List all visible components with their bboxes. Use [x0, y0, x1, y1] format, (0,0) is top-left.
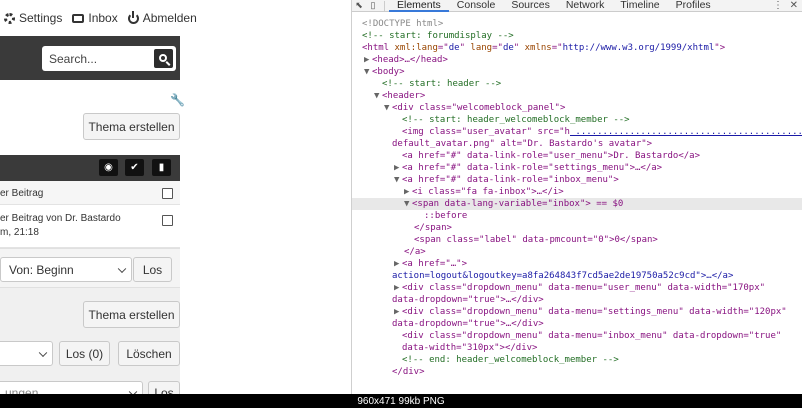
wrench-icon[interactable]: 🔧	[170, 93, 185, 107]
tab-timeline[interactable]: Timeline	[612, 0, 667, 12]
dom-node[interactable]: data-dropdown="true">…</div>	[352, 294, 802, 306]
rss-icon[interactable]: ◉	[99, 159, 118, 176]
bookmark-icon[interactable]: ▮	[152, 159, 171, 176]
tab-elements[interactable]: Elements	[389, 0, 449, 12]
user-nav: Settings Inbox Abmelden	[4, 10, 197, 26]
dom-node[interactable]: ▼ <body>	[352, 66, 802, 78]
gear-icon	[4, 12, 15, 24]
dom-node[interactable]: ▶ <a href="#" data-link-role="settings_me…	[352, 162, 802, 174]
partial-select[interactable]: ungen	[0, 381, 143, 394]
search-icon	[158, 53, 167, 62]
inbox-link[interactable]: Inbox	[72, 11, 118, 25]
more-icon[interactable]: ⋮	[773, 0, 783, 11]
dom-node[interactable]: ▶ <a href="…">	[352, 258, 802, 270]
dom-node[interactable]: default_avatar.png" alt="Dr. Bastardo's …	[352, 138, 802, 150]
logout-link[interactable]: Abmelden	[127, 10, 197, 25]
thread-panel-header: ◉ ✔ ▮	[0, 155, 180, 181]
dom-node[interactable]: data-width="310px"></div>	[352, 342, 802, 354]
divider	[384, 0, 385, 11]
dom-node[interactable]: <div class="dropdown_menu" data-menu="in…	[352, 330, 802, 342]
power-icon	[127, 10, 139, 24]
dom-node[interactable]: <!-- start: header -->	[352, 78, 802, 90]
new-thread-button-bottom[interactable]: Thema erstellen	[83, 301, 180, 328]
dom-node[interactable]: ▼ <header>	[352, 90, 802, 102]
moderation-select[interactable]	[0, 341, 53, 366]
dom-node[interactable]: </a>	[352, 246, 802, 258]
dom-node[interactable]: <span class="label" data-pmcount="0">0</…	[352, 234, 802, 246]
sort-from-value: Von: Beginn	[9, 262, 74, 277]
dom-node[interactable]: action=logout&logoutkey=a8fa264843f7cd5a…	[352, 270, 802, 282]
inbox-icon	[72, 13, 85, 23]
mark-read-icon[interactable]: ✔	[125, 159, 144, 176]
inbox-label: Inbox	[88, 11, 118, 25]
dom-node[interactable]: ▼ <div class="welcomeblock_panel">	[352, 102, 802, 114]
dom-node[interactable]: <a href="#" data-link-role="user_menu">D…	[352, 150, 802, 162]
inspect-icon[interactable]: ⬉	[352, 0, 366, 12]
dom-node[interactable]: ▼ <a href="#" data-link-role="inbox_menu"…	[352, 174, 802, 186]
logout-label: Abmelden	[142, 11, 197, 25]
sort-from-select[interactable]: Von: Beginn	[0, 257, 132, 282]
dom-node-selected[interactable]: ▼ <span data-lang-variable="inbox"> == $0	[352, 198, 802, 210]
chevron-down-icon	[38, 348, 48, 357]
devtools-panel: ⬉ ▯ Elements Console Sources Network Tim…	[351, 0, 802, 394]
dom-node[interactable]: ::before	[352, 210, 802, 222]
settings-label: Settings	[19, 11, 63, 25]
thread-checkbox[interactable]	[162, 215, 173, 226]
dom-node[interactable]: ▶ <head>…</head>	[352, 54, 802, 66]
dom-node[interactable]: </div>	[352, 366, 802, 378]
dom-node[interactable]: <html xml:lang="de" lang="de" xmlns="htt…	[352, 42, 802, 54]
thread-panel-footer: Von: Beginn Los	[0, 248, 180, 288]
tab-sources[interactable]: Sources	[503, 0, 558, 12]
thread-row[interactable]: er Beitrag von Dr. Bastardo m, 21:18	[0, 205, 180, 248]
search-input[interactable]: Search...	[42, 46, 176, 71]
new-thread-button-top[interactable]: Thema erstellen	[83, 113, 180, 140]
thread-checkbox[interactable]	[162, 188, 173, 199]
close-icon[interactable]: ✕	[790, 0, 798, 11]
device-icon[interactable]: ▯	[366, 0, 380, 12]
los-button-bottom[interactable]: Los	[148, 381, 180, 394]
thread-lastpost: er Beitrag	[0, 188, 44, 199]
dom-node[interactable]: <!-- end: header_welcomeblock_member -->	[352, 354, 802, 366]
los-button[interactable]: Los	[133, 257, 172, 282]
dom-node[interactable]: <!DOCTYPE html>	[352, 18, 802, 30]
thread-time: m, 21:18	[0, 227, 39, 238]
image-caption: 960x471 99kb PNG	[0, 394, 802, 408]
settings-link[interactable]: Settings	[4, 11, 62, 25]
dom-node[interactable]: ▶ <div class="dropdown_menu" data-menu="s…	[352, 306, 802, 318]
tab-console[interactable]: Console	[449, 0, 504, 12]
los-count-button[interactable]: Los (0)	[59, 341, 110, 366]
devtools-tabbar: ⬉ ▯ Elements Console Sources Network Tim…	[352, 0, 802, 12]
forum-page: Settings Inbox Abmelden Search... 🔧 Them…	[0, 0, 351, 394]
dom-node[interactable]: </span>	[352, 222, 802, 234]
tab-profiles[interactable]: Profiles	[668, 0, 719, 12]
chevron-down-icon	[117, 264, 127, 273]
dom-node[interactable]: ▶ <div class="dropdown_menu" data-menu="u…	[352, 282, 802, 294]
search-placeholder: Search...	[49, 51, 98, 66]
dom-node[interactable]: data-dropdown="true">…</div>	[352, 318, 802, 330]
dom-node[interactable]: <img class="user_avatar" src="h ........…	[352, 126, 802, 138]
thread-lastpost: er Beitrag von Dr. Bastardo	[0, 213, 121, 224]
delete-button[interactable]: Löschen	[118, 341, 180, 366]
dom-node[interactable]: <!-- start: header_welcomeblock_member -…	[352, 114, 802, 126]
tab-network[interactable]: Network	[558, 0, 613, 12]
dom-node[interactable]: ▶ <i class="fa fa-inbox">…</i>	[352, 186, 802, 198]
author-link[interactable]: Dr. Bastardo	[65, 213, 121, 224]
thread-row[interactable]: er Beitrag	[0, 181, 180, 205]
search-button[interactable]	[154, 49, 173, 68]
dom-node[interactable]: <!-- start: forumdisplay -->	[352, 30, 802, 42]
